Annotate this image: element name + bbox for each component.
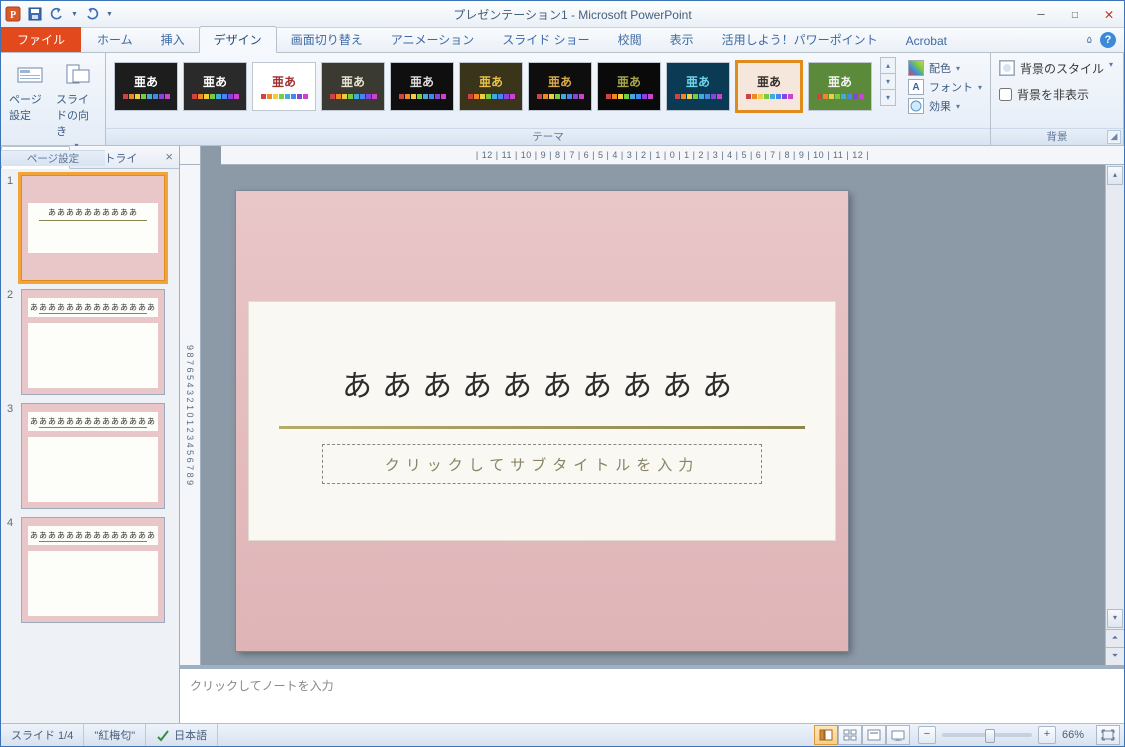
theme-colors-button[interactable]: 配色▾ (908, 60, 982, 76)
slide-thumb-2[interactable]: ああああああああああああああ (21, 289, 165, 395)
background-styles-button[interactable]: 背景のスタイル▾ (999, 57, 1113, 77)
background-launcher[interactable]: ◢ (1107, 130, 1121, 144)
theme-thumb-7[interactable]: 亜あ (597, 62, 661, 111)
tab-view[interactable]: 表示 (656, 27, 708, 52)
redo-icon[interactable] (84, 6, 100, 22)
slide-title[interactable]: ああああああああああ (236, 361, 848, 405)
view-sorter-button[interactable] (838, 725, 862, 745)
next-slide-button[interactable]: ⏷ (1106, 647, 1124, 665)
vertical-scrollbar[interactable]: ▴ ▾ ⏶ ⏷ (1105, 165, 1124, 665)
theme-scroll: ▴ ▾ ▾ (880, 57, 896, 106)
theme-effects-label: 効果 (929, 98, 951, 114)
scroll-down-button[interactable]: ▾ (1107, 609, 1123, 628)
slide-stage[interactable]: ああああああああああ クリックしてサブタイトルを入力 (201, 165, 1105, 665)
view-slideshow-button[interactable] (886, 725, 910, 745)
tab-home[interactable]: ホーム (83, 27, 147, 52)
slide-canvas[interactable]: ああああああああああ クリックしてサブタイトルを入力 (236, 191, 848, 651)
slide-divider (279, 426, 805, 429)
theme-thumb-0[interactable]: 亜あ (114, 62, 178, 111)
zoom-percent[interactable]: 66% (1062, 729, 1084, 741)
theme-scroll-down[interactable]: ▾ (881, 74, 895, 90)
slide-subtitle-placeholder[interactable]: クリックしてサブタイトルを入力 (322, 444, 763, 484)
theme-thumb-5[interactable]: 亜あ (459, 62, 523, 111)
ribbon-collapse-icon[interactable]: ۵ (1087, 35, 1092, 46)
tab-design[interactable]: デザイン (199, 26, 277, 53)
thumb-number: 3 (7, 403, 17, 415)
zoom-fit-button[interactable] (1096, 725, 1120, 745)
group-pagesetup-label: ページ設定 (1, 150, 105, 166)
undo-icon[interactable] (49, 6, 65, 22)
window-title: プレゼンテーション1 - Microsoft PowerPoint (113, 6, 1032, 23)
spellcheck-icon (156, 728, 170, 742)
close-button[interactable]: ✕ (1100, 5, 1118, 23)
title-bar: P ▼ ▼ プレゼンテーション1 - Microsoft PowerPoint … (1, 1, 1124, 28)
thumb-number: 4 (7, 517, 17, 529)
ribbon: ページ設定 スライドの向き ▾ ページ設定 亜あ亜あ亜あ亜あ亜あ亜あ亜あ亜あ亜あ… (1, 53, 1124, 146)
thumb-number: 2 (7, 289, 17, 301)
slide-orientation-button[interactable]: スライドの向き ▾ (56, 57, 97, 150)
status-slide-count: スライド 1/4 (1, 724, 84, 746)
slide-panel: スライド アウトライン × 1ああああああああああ2ああああああああああああああ… (1, 146, 180, 723)
slide-thumb-3[interactable]: ああああああああああああああ (21, 403, 165, 509)
prev-slide-button[interactable]: ⏶ (1106, 629, 1124, 647)
zoom-slider[interactable] (942, 733, 1032, 737)
theme-scroll-up[interactable]: ▴ (881, 58, 895, 74)
maximize-button[interactable]: ☐ (1066, 7, 1084, 21)
status-language[interactable]: 日本語 (146, 724, 218, 746)
slide-content-sheet (248, 301, 836, 540)
theme-thumb-1[interactable]: 亜あ (183, 62, 247, 111)
slide-orientation-label: スライドの向き (56, 91, 97, 139)
theme-thumb-2[interactable]: 亜あ (252, 62, 316, 111)
status-bar: スライド 1/4 "紅梅匂" 日本語 − + 66% (1, 723, 1124, 746)
qat-drop-icon[interactable]: ▼ (106, 11, 113, 18)
svg-text:P: P (10, 10, 16, 21)
slide-thumb-4[interactable]: ああああああああああああああ (21, 517, 165, 623)
view-normal-button[interactable] (814, 725, 838, 745)
save-icon[interactable] (27, 6, 43, 22)
tab-acrobat[interactable]: Acrobat (892, 30, 961, 52)
undo-drop-icon[interactable]: ▼ (71, 11, 78, 18)
theme-thumb-6[interactable]: 亜あ (528, 62, 592, 111)
theme-fonts-button[interactable]: A フォント▾ (908, 79, 982, 95)
notes-pane[interactable]: クリックしてノートを入力 (180, 665, 1124, 723)
ribbon-tabs: ファイル ホーム 挿入 デザイン 画面切り替え アニメーション スライド ショー… (1, 28, 1124, 53)
help-icon[interactable]: ? (1100, 32, 1116, 48)
minimize-button[interactable]: — (1032, 7, 1050, 21)
slide-thumb-1[interactable]: ああああああああああ (21, 175, 165, 281)
theme-effects-button[interactable]: 効果▾ (908, 98, 982, 114)
hide-background-checkbox[interactable]: 背景を非表示 (999, 83, 1089, 103)
tab-review[interactable]: 校閲 (604, 27, 656, 52)
theme-colors-label: 配色 (929, 60, 951, 76)
group-background-label: 背景◢ (991, 128, 1123, 145)
theme-gallery-more[interactable]: ▾ (881, 90, 895, 105)
view-reading-button[interactable] (862, 725, 886, 745)
zoom-in-button[interactable]: + (1038, 726, 1056, 744)
page-setup-label: ページ設定 (9, 91, 50, 123)
horizontal-ruler: | 12 | 11 | 10 | 9 | 8 | 7 | 6 | 5 | 4 |… (221, 146, 1124, 165)
zoom-out-button[interactable]: − (918, 726, 936, 744)
theme-thumb-8[interactable]: 亜あ (666, 62, 730, 111)
vertical-ruler: 9 8 7 6 5 4 3 2 1 0 1 2 3 4 5 6 7 8 9 (180, 165, 201, 665)
tab-transitions[interactable]: 画面切り替え (277, 27, 377, 52)
theme-thumb-4[interactable]: 亜あ (390, 62, 454, 111)
theme-fonts-label: フォント (929, 79, 973, 95)
hide-background-label: 背景を非表示 (1017, 86, 1089, 103)
group-themes-label: テーマ (106, 128, 990, 145)
theme-thumb-10[interactable]: 亜あ (808, 62, 872, 111)
tab-slideshow[interactable]: スライド ショー (488, 27, 603, 52)
tab-file[interactable]: ファイル (1, 27, 81, 52)
theme-thumb-3[interactable]: 亜あ (321, 62, 385, 111)
status-theme-name: "紅梅匂" (84, 724, 146, 746)
tab-addin[interactable]: 活用しよう！パワーポイント (708, 27, 892, 52)
tab-insert[interactable]: 挿入 (147, 27, 199, 52)
tab-animations[interactable]: アニメーション (377, 27, 489, 52)
page-setup-button[interactable]: ページ設定 (9, 57, 50, 123)
app-icon: P (5, 6, 21, 22)
panel-close-icon[interactable]: × (159, 146, 179, 168)
theme-thumb-9[interactable]: 亜あ (735, 60, 803, 113)
thumb-number: 1 (7, 175, 17, 187)
background-styles-label: 背景のスタイル (1020, 60, 1104, 77)
scroll-up-button[interactable]: ▴ (1107, 166, 1123, 185)
theme-gallery: 亜あ亜あ亜あ亜あ亜あ亜あ亜あ亜あ亜あ亜あ亜あ (114, 57, 872, 115)
